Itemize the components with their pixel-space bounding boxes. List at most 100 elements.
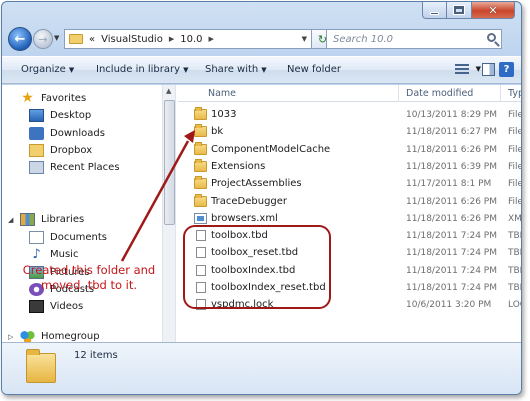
back-button[interactable]: ← [8, 27, 32, 51]
folder-icon [194, 124, 207, 138]
command-bar: Organize ▼ Include in library ▼ Share with… [2, 56, 521, 84]
file-type: XM [508, 213, 521, 224]
nav-item-label: Music [50, 249, 79, 260]
chevron-down-icon[interactable]: ▼ [476, 65, 481, 73]
chevron-down-icon: ▼ [183, 66, 189, 74]
file-date-modified: 10/6/2011 3:20 PM [406, 300, 492, 311]
nav-item-recent-places[interactable]: Recent Places [29, 161, 120, 174]
folder-icon [194, 176, 207, 190]
nav-favorites[interactable]: ★ Favorites [20, 91, 86, 106]
collapse-libraries-icon[interactable]: ◢ [8, 216, 13, 224]
nav-homegroup-label: Homegroup [41, 331, 100, 342]
back-arrow-icon: ← [14, 31, 26, 47]
nav-item-videos[interactable]: Videos [29, 300, 83, 313]
scroll-up-icon[interactable]: ▲ [166, 87, 171, 95]
search-input[interactable]: Search 10.0 [326, 29, 502, 49]
item-count: 12 items [74, 350, 118, 361]
nav-item-label: Desktop [50, 110, 92, 121]
explorer-window: ✕ ← → ▼ « VisualStudio ▶ 10.0 ▶ ▼ ↻ Sear… [1, 1, 522, 395]
downloads-icon [29, 127, 44, 140]
maximize-icon [453, 5, 465, 15]
file-date-modified: 11/18/2011 7:24 PM [406, 231, 497, 242]
libraries-icon [20, 213, 35, 226]
file-type: File [508, 110, 521, 120]
videos-icon [29, 300, 44, 313]
xml-file-icon [194, 212, 207, 224]
chevron-right-icon[interactable]: ▶ [209, 35, 214, 43]
nav-item-desktop[interactable]: Desktop [29, 109, 91, 122]
column-divider[interactable] [500, 85, 501, 102]
file-date-modified: 10/13/2011 8:29 PM [406, 110, 497, 120]
nav-item-label: Videos [50, 301, 84, 312]
file-type: File [508, 179, 521, 190]
file-type: File [508, 144, 521, 155]
star-icon: ★ [21, 90, 34, 106]
navigation-scrollbar[interactable]: ▲ [162, 85, 176, 343]
new-folder-button[interactable]: New folder [287, 64, 341, 75]
nav-item-dropbox[interactable]: Dropbox [29, 144, 92, 157]
column-header-date[interactable]: Date modified [406, 88, 473, 99]
file-date-modified: 11/17/2011 8:1 PM [406, 179, 492, 190]
search-placeholder: Search 10.0 [333, 33, 394, 45]
file-name: browsers.xml [211, 212, 278, 224]
view-options-icon[interactable] [455, 64, 469, 76]
file-date-modified: 11/18/2011 6:39 PM [406, 161, 497, 172]
organize-button[interactable]: Organize ▼ [21, 64, 74, 75]
chevron-down-icon[interactable]: ▼ [302, 35, 307, 43]
search-icon[interactable] [487, 33, 496, 42]
file-row[interactable]: ProjectAssemblies 11/17/2011 8:1 PM File [178, 176, 521, 193]
address-bar[interactable]: « VisualStudio ▶ 10.0 ▶ ▼ [64, 29, 312, 49]
file-name: ComponentModelCache [211, 143, 331, 155]
nav-item-label: Dropbox [50, 145, 93, 156]
scrollbar-thumb[interactable] [164, 100, 175, 225]
close-button[interactable]: ✕ [472, 2, 515, 19]
file-date-modified: 11/18/2011 6:26 PM [406, 213, 497, 224]
folder-icon [26, 349, 56, 383]
file-date-modified: 11/18/2011 7:24 PM [406, 248, 497, 259]
file-date-modified: 11/18/2011 7:24 PM [406, 283, 497, 293]
content-area: ★ Favorites Desktop Downloads Dropbox Rec… [2, 85, 521, 343]
recent-places-icon [29, 161, 44, 174]
nav-item-documents[interactable]: Documents [29, 231, 107, 244]
nav-item-downloads[interactable]: Downloads [29, 127, 105, 140]
file-row[interactable]: TraceDebugger 11/18/2011 6:26 PM File [178, 193, 521, 211]
preview-pane-icon[interactable] [482, 63, 495, 76]
share-with-label: Share with [205, 64, 259, 75]
folder-icon [194, 141, 207, 155]
file-row[interactable]: Extensions 11/18/2011 6:39 PM File [178, 158, 521, 176]
minimize-button[interactable] [422, 2, 447, 19]
navigation-pane: ★ Favorites Desktop Downloads Dropbox Rec… [2, 85, 162, 343]
dropbox-folder-icon [29, 144, 44, 157]
maximize-button[interactable] [447, 2, 472, 19]
chevron-right-icon[interactable]: ▶ [169, 35, 174, 43]
file-date-modified: 11/18/2011 6:26 PM [406, 196, 497, 207]
expand-homegroup-icon[interactable]: ▷ [8, 333, 13, 341]
column-headers: Name Date modified Type [178, 85, 521, 102]
column-divider[interactable] [398, 85, 399, 102]
include-in-library-label: Include in library [96, 64, 181, 75]
file-type: TBD [508, 248, 521, 259]
breadcrumb-overflow[interactable]: « [89, 34, 95, 45]
help-icon[interactable]: ? [499, 62, 514, 77]
file-name: TraceDebugger [211, 195, 288, 207]
file-row[interactable]: bk 11/18/2011 6:27 PM File [178, 124, 521, 141]
file-row[interactable]: 1033 10/13/2011 8:29 PM File [178, 107, 521, 124]
column-header-type[interactable]: Type [508, 88, 521, 99]
organize-label: Organize [21, 64, 66, 75]
nav-item-music[interactable]: ♪ Music [29, 248, 78, 261]
breadcrumb-item-visualstudio[interactable]: VisualStudio [101, 34, 163, 45]
include-in-library-button[interactable]: Include in library ▼ [96, 64, 188, 75]
file-date-modified: 11/18/2011 6:27 PM [406, 127, 497, 138]
file-type: File [508, 161, 521, 172]
tbd-files-highlight [183, 225, 331, 309]
breadcrumb-item-10[interactable]: 10.0 [180, 34, 202, 45]
recent-pages-button[interactable]: ▼ [54, 34, 59, 42]
column-header-name[interactable]: Name [208, 88, 236, 99]
nav-libraries[interactable]: Libraries [20, 213, 84, 226]
file-name: bk [211, 126, 224, 138]
share-with-button[interactable]: Share with ▼ [205, 64, 267, 75]
forward-button[interactable]: → [33, 29, 53, 49]
file-row[interactable]: ComponentModelCache 11/18/2011 6:26 PM Fil… [178, 141, 521, 159]
caption-buttons: ✕ [422, 2, 515, 19]
file-name: 1033 [211, 109, 237, 120]
